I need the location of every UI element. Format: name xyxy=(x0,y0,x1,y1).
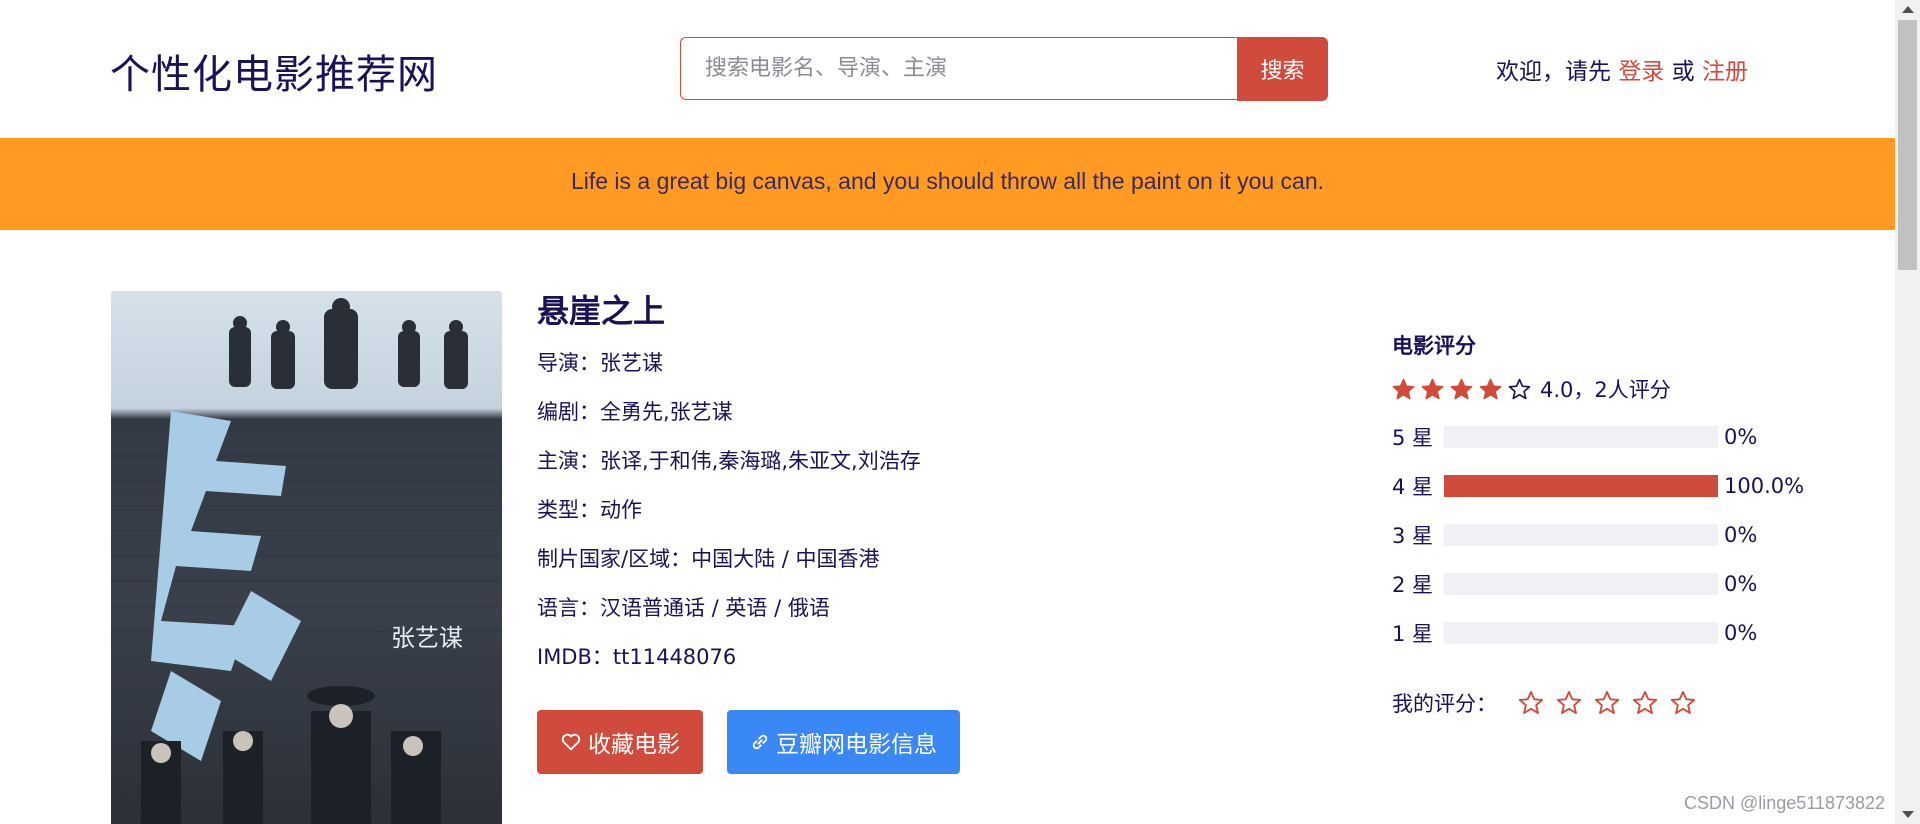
movie-title: 悬崖之上 xyxy=(537,292,666,330)
writers-value: 全勇先,张艺谋 xyxy=(600,400,733,424)
poster-director-text: 张艺谋 xyxy=(391,624,463,652)
distribution-percent: 100.0% xyxy=(1724,474,1805,498)
distribution-percent: 0% xyxy=(1724,572,1758,596)
distribution-row: 2 星 0% xyxy=(1392,570,1757,598)
banner-quote: Life is a great big canvas, and you shou… xyxy=(570,168,1325,194)
movie-poster: 张艺谋 xyxy=(111,291,502,824)
movie-poster-image: 张艺谋 xyxy=(111,298,502,824)
genre-label: 类型： xyxy=(537,498,600,522)
language-value: 汉语普通话 / 英语 / 俄语 xyxy=(600,596,830,620)
distribution-row: 1 星 0% xyxy=(1392,619,1757,647)
writers-label: 编剧： xyxy=(537,400,600,424)
distribution-row: 5 星 0% xyxy=(1392,423,1757,451)
login-link[interactable]: 登录 xyxy=(1618,59,1664,85)
my-rating-label: 我的评分： xyxy=(1392,692,1497,716)
scroll-up-arrow-icon[interactable] xyxy=(1902,6,1914,13)
distribution-label: 5 星 xyxy=(1392,426,1434,450)
distribution-bar xyxy=(1444,475,1718,497)
average-rating: 4.0，2人评分 xyxy=(1391,374,1671,404)
distribution-bar xyxy=(1444,524,1718,546)
my-rating-star-icon[interactable] xyxy=(1555,689,1583,717)
distribution-percent: 0% xyxy=(1724,621,1758,645)
heart-outline-icon xyxy=(560,731,582,753)
cast-value: 张译,于和伟,秦海璐,朱亚文,刘浩存 xyxy=(600,449,921,473)
distribution-row: 4 星 100.0% xyxy=(1392,472,1804,500)
my-rating-stars xyxy=(1517,689,1707,717)
distribution-label: 2 星 xyxy=(1392,573,1434,597)
star-filled-icon xyxy=(1420,377,1445,402)
region-row: 制片国家/区域：中国大陆 / 中国香港 xyxy=(537,543,880,573)
region-value: 中国大陆 / 中国香港 xyxy=(691,547,880,571)
douban-label: 豆瓣网电影信息 xyxy=(776,732,937,758)
favorite-label: 收藏电影 xyxy=(588,732,680,758)
scroll-thumb[interactable] xyxy=(1898,20,1917,270)
language-row: 语言：汉语普通话 / 英语 / 俄语 xyxy=(537,592,830,622)
distribution-row: 3 星 0% xyxy=(1392,521,1757,549)
director-label: 导演： xyxy=(537,351,600,375)
scroll-down-arrow-icon[interactable] xyxy=(1902,811,1914,818)
region-label: 制片国家/区域： xyxy=(537,547,692,571)
distribution-label: 4 星 xyxy=(1392,475,1434,499)
site-title[interactable]: 个性化电影推荐网 xyxy=(110,42,438,100)
star-filled-icon xyxy=(1391,377,1416,402)
distribution-percent: 0% xyxy=(1724,425,1758,449)
link-icon xyxy=(750,732,770,752)
my-rating: 我的评分： xyxy=(1392,688,1707,718)
rating-summary: 4.0，2人评分 xyxy=(1540,378,1671,402)
favorite-button[interactable]: 收藏电影 xyxy=(537,710,703,774)
writers-row: 编剧：全勇先,张艺谋 xyxy=(537,396,733,426)
welcome-message: 欢迎，请先 登录 或 注册 xyxy=(1496,52,1748,86)
scrollbar[interactable] xyxy=(1895,0,1920,824)
director-row: 导演：张艺谋 xyxy=(537,347,663,377)
distribution-bar xyxy=(1444,622,1718,644)
rating-heading: 电影评分 xyxy=(1392,334,1476,358)
average-stars xyxy=(1391,377,1536,402)
search-input[interactable] xyxy=(680,37,1237,100)
language-label: 语言： xyxy=(537,596,600,620)
imdb-label: IMDB： xyxy=(537,645,613,669)
distribution-label: 3 星 xyxy=(1392,524,1434,548)
star-filled-icon xyxy=(1449,377,1474,402)
imdb-row: IMDB：tt11448076 xyxy=(537,641,736,671)
star-filled-icon xyxy=(1478,377,1503,402)
douban-info-button[interactable]: 豆瓣网电影信息 xyxy=(727,710,960,774)
distribution-fill xyxy=(1444,475,1718,497)
watermark: CSDN @linge511873822 xyxy=(1684,793,1886,813)
header: 个性化电影推荐网 搜索 欢迎，请先 登录 或 注册 xyxy=(0,0,1895,138)
welcome-prefix: 欢迎，请先 xyxy=(1496,59,1611,85)
distribution-bar xyxy=(1444,573,1718,595)
my-rating-star-icon[interactable] xyxy=(1631,689,1659,717)
distribution-percent: 0% xyxy=(1724,523,1758,547)
distribution-label: 1 星 xyxy=(1392,622,1434,646)
search-button[interactable]: 搜索 xyxy=(1237,37,1328,101)
genre-row: 类型：动作 xyxy=(537,494,642,524)
genre-value: 动作 xyxy=(600,498,642,522)
register-link[interactable]: 注册 xyxy=(1702,59,1748,85)
my-rating-star-icon[interactable] xyxy=(1593,689,1621,717)
star-outline-icon xyxy=(1507,377,1532,402)
distribution-bar xyxy=(1444,426,1718,448)
quote-banner: Life is a great big canvas, and you shou… xyxy=(0,138,1895,230)
imdb-value: tt11448076 xyxy=(612,645,737,669)
welcome-connector: 或 xyxy=(1671,59,1695,85)
cast-row: 主演：张译,于和伟,秦海璐,朱亚文,刘浩存 xyxy=(537,445,921,475)
cast-label: 主演： xyxy=(537,449,600,473)
my-rating-star-icon[interactable] xyxy=(1517,689,1545,717)
my-rating-star-icon[interactable] xyxy=(1669,689,1697,717)
director-value: 张艺谋 xyxy=(600,351,663,375)
